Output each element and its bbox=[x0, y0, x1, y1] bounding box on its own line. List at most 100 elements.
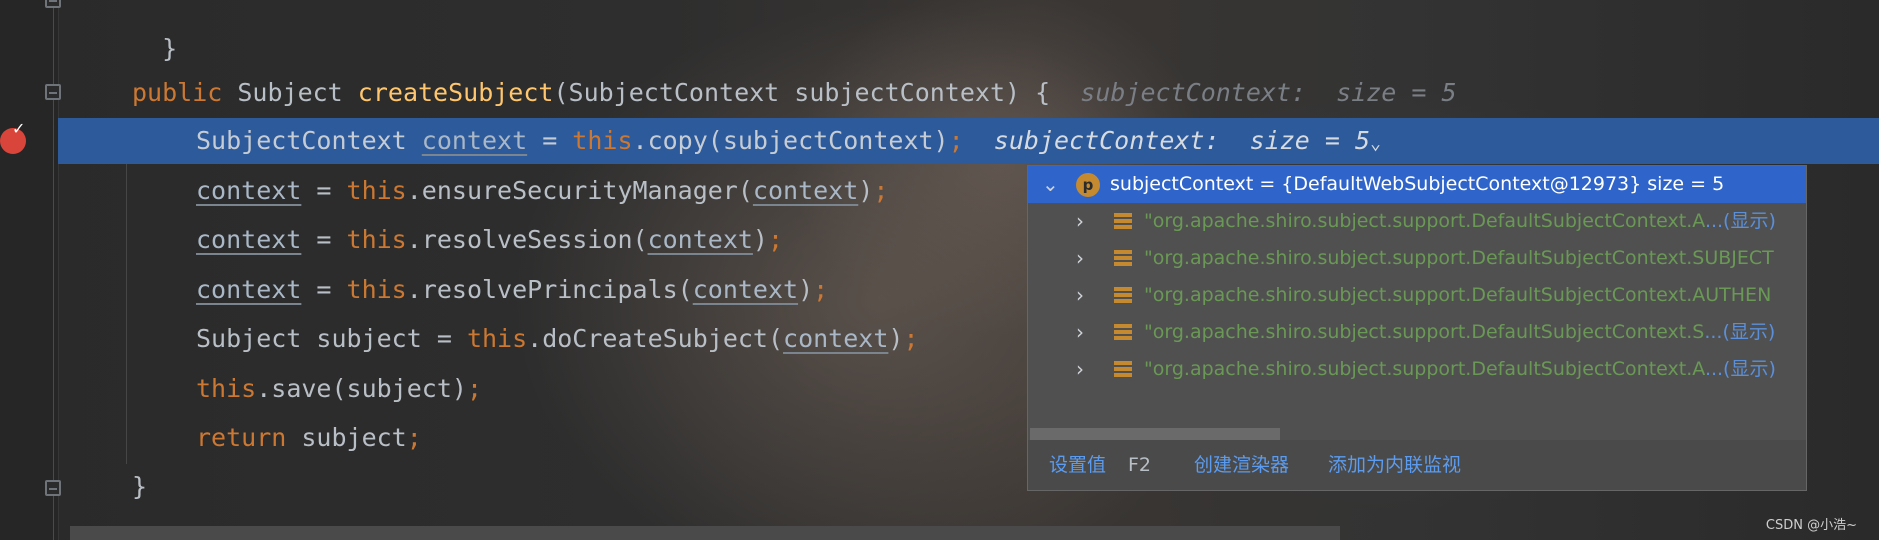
variable-context: context bbox=[196, 225, 302, 254]
inline-debug-hint: subjectContext: size = 5 bbox=[1080, 78, 1457, 107]
chevron-right-icon[interactable]: › bbox=[1076, 351, 1084, 388]
method-call: .resolvePrincipals( bbox=[406, 275, 693, 304]
semicolon: ; bbox=[813, 275, 829, 304]
editor-horizontal-scrollbar[interactable] bbox=[70, 526, 1340, 540]
chevron-right-icon[interactable]: › bbox=[1076, 203, 1084, 240]
semicolon: ; bbox=[903, 324, 919, 353]
keyword-public: public bbox=[132, 78, 223, 107]
editor-gutter[interactable] bbox=[0, 0, 59, 540]
variable-context: context bbox=[783, 324, 889, 353]
fold-icon[interactable] bbox=[45, 84, 61, 100]
paren: ) bbox=[752, 225, 768, 254]
parameter-icon: p bbox=[1076, 173, 1100, 197]
return-type: Subject bbox=[237, 78, 343, 107]
keyword-this: this bbox=[466, 324, 528, 353]
show-more-link[interactable]: ...(显示) bbox=[1704, 321, 1775, 343]
operator: = bbox=[527, 126, 573, 155]
code-line-7[interactable]: return subject; bbox=[196, 415, 422, 461]
popup-header-row[interactable]: ⌄ p subjectContext = {DefaultWebSubjectC… bbox=[1028, 166, 1806, 203]
add-inline-watch-link[interactable]: 添加为内联监视 bbox=[1328, 440, 1461, 490]
semicolon: ; bbox=[767, 225, 784, 254]
entry-key: "org.apache.shiro.subject.support.Defaul… bbox=[1144, 358, 1705, 380]
chevron-right-icon[interactable]: › bbox=[1076, 240, 1084, 277]
fold-icon[interactable] bbox=[45, 480, 61, 496]
operator: = bbox=[301, 275, 347, 304]
shortcut-hint: F2 bbox=[1128, 454, 1152, 476]
chevron-down-icon[interactable]: ⌄ bbox=[1042, 166, 1059, 203]
method-params: (SubjectContext subjectContext) { bbox=[553, 78, 1051, 107]
code-line-4[interactable]: context = this.resolvePrincipals(context… bbox=[196, 267, 828, 313]
semicolon: ; bbox=[466, 374, 482, 403]
semicolon: ; bbox=[948, 126, 964, 155]
method-name: createSubject bbox=[357, 78, 554, 107]
method-call: .save(subject) bbox=[256, 374, 467, 403]
paren: ) bbox=[798, 275, 814, 304]
list-item[interactable]: › "org.apache.shiro.subject.support.Defa… bbox=[1028, 203, 1806, 240]
variable-context: context bbox=[647, 225, 753, 254]
breakpoint-icon[interactable] bbox=[0, 119, 26, 154]
chevron-right-icon[interactable]: › bbox=[1076, 314, 1084, 351]
popup-footer: 设置值 F2 创建渲染器 添加为内联监视 bbox=[1028, 440, 1806, 490]
show-more-link[interactable]: ...(显示) bbox=[1705, 358, 1776, 380]
list-item[interactable]: › "org.apache.shiro.subject.support.Defa… bbox=[1028, 277, 1806, 314]
method-call: .resolveSession( bbox=[406, 225, 648, 254]
keyword-this: this bbox=[346, 225, 407, 254]
brace: } bbox=[132, 472, 148, 501]
chevron-down-icon[interactable]: ⌄ bbox=[1370, 133, 1381, 154]
map-entry-icon bbox=[1114, 250, 1132, 266]
method-call: .copy(subjectContext) bbox=[632, 126, 949, 155]
type-name: SubjectContext bbox=[196, 126, 422, 155]
create-renderer-link[interactable]: 创建渲染器 bbox=[1194, 440, 1289, 490]
entry-key: "org.apache.shiro.subject.support.Defaul… bbox=[1144, 247, 1774, 269]
keyword-this: this bbox=[346, 176, 407, 205]
semicolon: ; bbox=[873, 176, 889, 205]
paren: ) bbox=[858, 176, 874, 205]
keyword-return: return bbox=[196, 423, 287, 452]
horizontal-scrollbar[interactable] bbox=[1030, 428, 1280, 440]
variable-context: context bbox=[752, 176, 859, 205]
variable-context: context bbox=[196, 275, 302, 304]
keyword-this: this bbox=[346, 275, 407, 304]
code-line-prev-close: } bbox=[132, 0, 177, 63]
entry-key: "org.apache.shiro.subject.support.Defaul… bbox=[1144, 210, 1705, 232]
indent-guide bbox=[126, 164, 127, 464]
operator: = bbox=[301, 225, 347, 254]
keyword-this: this bbox=[572, 126, 633, 155]
code-line-3[interactable]: context = this.resolveSession(context); bbox=[196, 217, 783, 263]
code-line-1[interactable]: SubjectContext context = this.copy(subje… bbox=[196, 118, 1381, 164]
watermark: CSDN @小浩~ bbox=[1765, 518, 1857, 533]
code-line-2[interactable]: context = this.ensureSecurityManager(con… bbox=[196, 168, 888, 214]
entry-key: "org.apache.shiro.subject.support.Defaul… bbox=[1144, 321, 1705, 343]
code-line-close: } bbox=[132, 464, 147, 510]
variable-context: context bbox=[421, 126, 528, 155]
fold-icon[interactable] bbox=[45, 0, 61, 8]
code-line-5[interactable]: Subject subject = this.doCreateSubject(c… bbox=[196, 316, 919, 362]
code-line-6[interactable]: this.save(subject); bbox=[196, 366, 482, 412]
code-line-signature[interactable]: public Subject createSubject(SubjectCont… bbox=[132, 70, 1457, 116]
variable-context: context bbox=[196, 176, 302, 205]
semicolon: ; bbox=[406, 423, 422, 452]
method-call: .ensureSecurityManager( bbox=[406, 176, 753, 205]
keyword-this: this bbox=[196, 374, 257, 403]
set-value-link[interactable]: 设置值 bbox=[1049, 440, 1106, 490]
map-entry-icon bbox=[1114, 213, 1132, 229]
list-item[interactable]: › "org.apache.shiro.subject.support.Defa… bbox=[1028, 351, 1806, 388]
variable-context: context bbox=[692, 275, 799, 304]
declaration: Subject subject = bbox=[196, 324, 467, 353]
chevron-right-icon[interactable]: › bbox=[1076, 277, 1084, 314]
list-item[interactable]: › "org.apache.shiro.subject.support.Defa… bbox=[1028, 240, 1806, 277]
return-value: subject bbox=[286, 423, 407, 452]
operator: = bbox=[301, 176, 347, 205]
inline-debug-hint[interactable]: subjectContext: size = 5 bbox=[994, 126, 1370, 155]
debug-value-popup[interactable]: ⌄ p subjectContext = {DefaultWebSubjectC… bbox=[1027, 165, 1807, 491]
brace: } bbox=[162, 34, 178, 63]
popup-header-text: subjectContext = {DefaultWebSubjectConte… bbox=[1110, 173, 1725, 195]
paren: ) bbox=[888, 324, 904, 353]
map-entry-icon bbox=[1114, 361, 1132, 377]
list-item[interactable]: › "org.apache.shiro.subject.support.Defa… bbox=[1028, 314, 1806, 351]
show-more-link[interactable]: ...(显示) bbox=[1705, 210, 1776, 232]
gutter-divider bbox=[53, 0, 54, 540]
map-entry-icon bbox=[1114, 287, 1132, 303]
method-call: .doCreateSubject( bbox=[527, 324, 784, 353]
map-entry-icon bbox=[1114, 324, 1132, 340]
